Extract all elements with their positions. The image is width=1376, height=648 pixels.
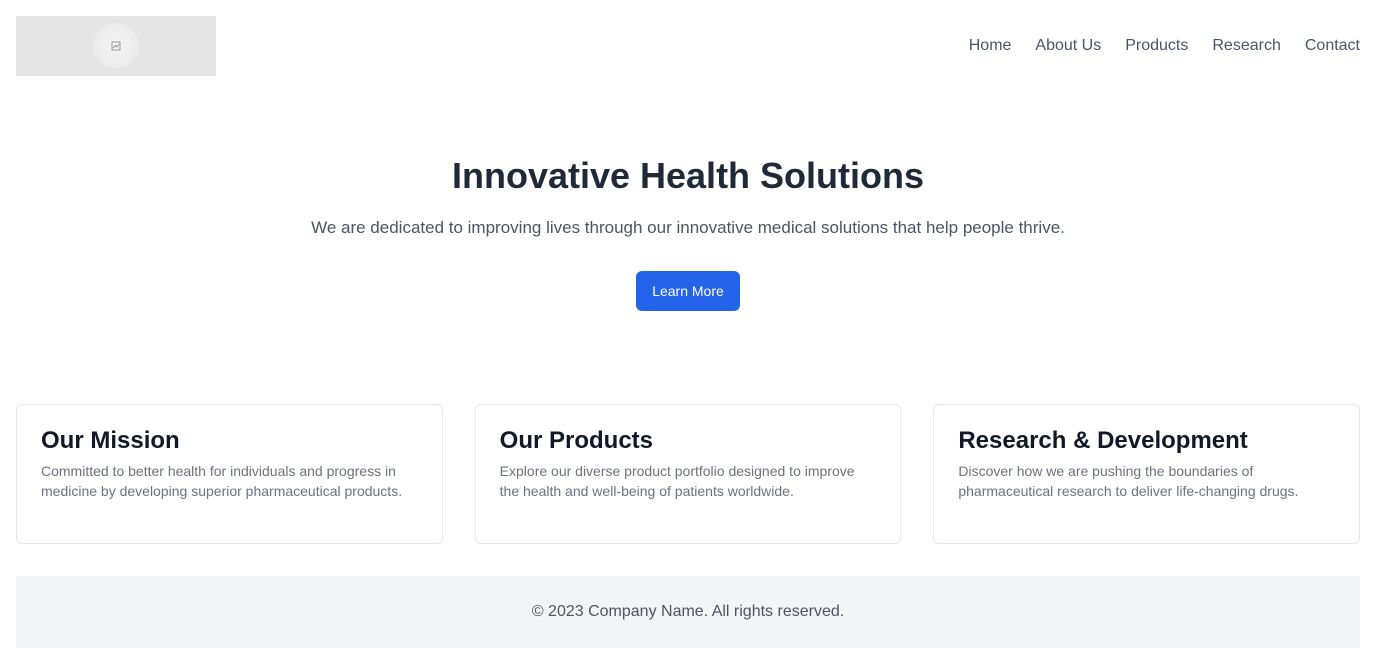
card-title: Our Mission [41, 427, 180, 454]
card-our-mission: Our Mission Committed to better health f… [16, 404, 443, 544]
card-title: Research & Development [958, 427, 1248, 454]
card-research-development: Research & Development Discover how we a… [933, 404, 1361, 544]
hero-title: Innovative Health Solutions [451, 155, 925, 196]
card-text: Explore our diverse product portfolio de… [499, 463, 855, 499]
copyright-text: © 2023 Company Name. All rights reserved… [531, 603, 845, 620]
logo-placeholder [93, 23, 139, 69]
hero-section: Innovative Health Solutions We are dedic… [16, 156, 1360, 311]
hero-subtitle: We are dedicated to improving lives thro… [311, 218, 1065, 237]
card-text: Committed to better health for individua… [41, 463, 403, 499]
card-title: Our Products [499, 427, 654, 454]
broken-image-icon [111, 41, 121, 51]
nav-link-about-us[interactable]: About Us [1035, 37, 1101, 55]
nav-link-research[interactable]: Research [1212, 37, 1280, 55]
nav-link-products[interactable]: Products [1125, 37, 1188, 55]
site-footer: © 2023 Company Name. All rights reserved… [16, 576, 1360, 648]
nav-link-contact[interactable]: Contact [1305, 37, 1360, 55]
feature-cards: Our Mission Committed to better health f… [16, 404, 1361, 544]
logo[interactable] [16, 16, 216, 76]
card-text: Discover how we are pushing the boundari… [958, 463, 1299, 499]
nav-link-home[interactable]: Home [969, 37, 1012, 55]
site-header: Home About Us Products Research Contact [16, 16, 1360, 76]
card-our-products: Our Products Explore our diverse product… [474, 404, 902, 544]
main-nav: Home About Us Products Research Contact [969, 37, 1360, 55]
learn-more-button[interactable]: Learn More [636, 271, 740, 311]
page: Home About Us Products Research Contact … [0, 0, 1376, 648]
